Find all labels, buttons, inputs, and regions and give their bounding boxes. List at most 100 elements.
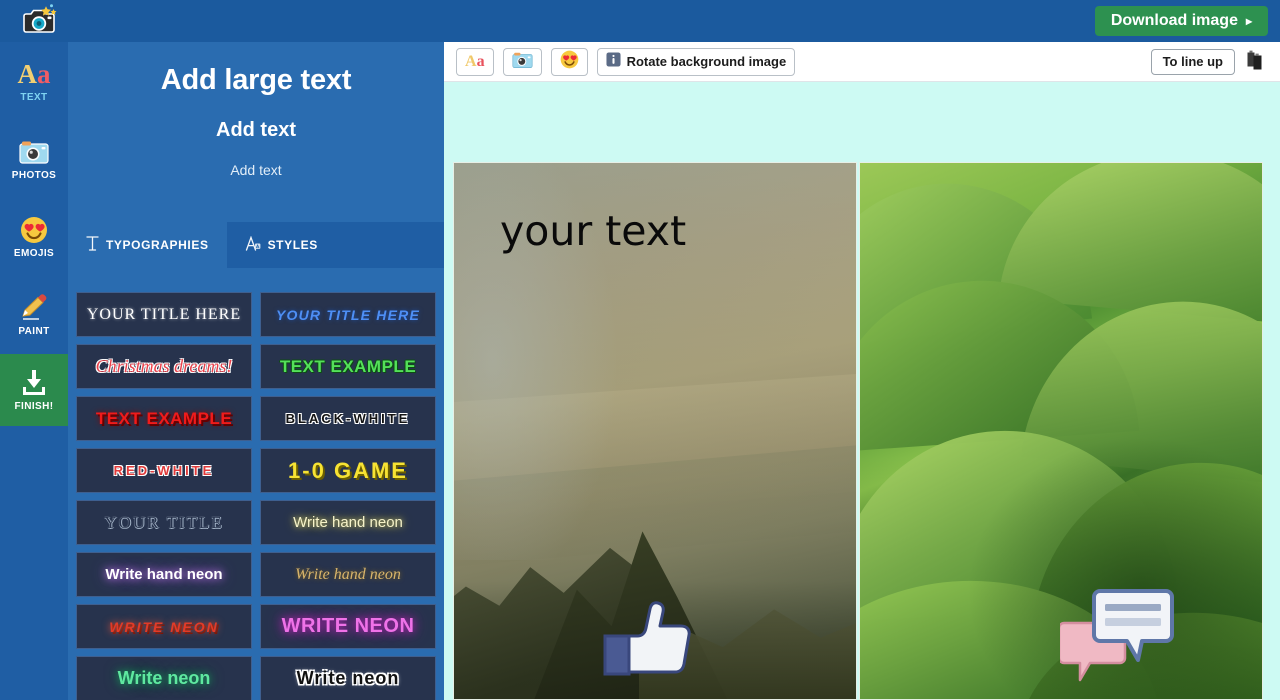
to-line-up-label: To line up — [1162, 54, 1223, 69]
typography-card-label: TEXT EXAMPLE — [95, 408, 233, 428]
pencil-icon — [19, 293, 49, 323]
stage-toolbar-right: To line up — [1150, 48, 1268, 75]
to-line-up-button[interactable]: To line up — [1150, 48, 1235, 75]
typography-card-label: TEXT EXAMPLE — [279, 356, 417, 376]
rail-item-paint-label: PAINT — [18, 326, 50, 337]
left-icon-rail: Aa TEXT PHOTOS EMOJIS PAINT FINISH! — [0, 42, 68, 700]
rail-item-emojis-label: EMOJIS — [13, 248, 55, 259]
tab-styles-label: STYLES — [267, 238, 318, 252]
a-style-icon — [245, 235, 261, 254]
typography-card-label: BLACK-WHITE — [285, 411, 411, 426]
green-hills-photo[interactable] — [859, 162, 1263, 700]
toolbar-text-tool-button[interactable]: Aa — [456, 47, 494, 76]
typography-card[interactable]: Christmas dreams! — [76, 344, 252, 389]
download-tray-icon — [20, 368, 48, 398]
typography-card[interactable]: WRITE NEON — [76, 604, 252, 649]
typography-card-label: Write neon — [117, 668, 211, 688]
tab-typographies[interactable]: TYPOGRAPHIES — [68, 222, 227, 268]
typography-card[interactable]: Write hand neon — [76, 552, 252, 597]
rail-item-finish-label: FINISH! — [14, 401, 54, 412]
tab-typographies-label: TYPOGRAPHIES — [106, 238, 209, 252]
editor-stage: Aa Rotate background image To line up yo… — [444, 42, 1280, 700]
typography-card[interactable]: Write hand neon — [260, 500, 436, 545]
a-style-svg — [245, 235, 260, 251]
camera-sparkle-icon[interactable] — [18, 2, 62, 40]
typography-card[interactable]: YOUR TITLE — [76, 500, 252, 545]
typography-card[interactable]: RED-WHITE — [76, 448, 252, 493]
rail-item-photos[interactable]: PHOTOS — [0, 120, 68, 198]
camera-icon — [512, 51, 533, 73]
typography-card-label: YOUR TITLE HERE — [86, 305, 242, 323]
panel-title-small[interactable]: Add text — [78, 162, 434, 178]
typography-card-label: RED-WHITE — [113, 463, 215, 478]
camera-sparkle-svg — [23, 4, 57, 33]
copy-paste-icon[interactable] — [1245, 49, 1268, 75]
thumbs-up-sticker[interactable] — [602, 600, 694, 678]
stage-toolbar: Aa Rotate background image To line up — [444, 42, 1280, 82]
image-canvas[interactable]: your text — [444, 82, 1280, 700]
typography-card[interactable]: TEXT EXAMPLE — [260, 344, 436, 389]
toolbar-emoji-tool-button[interactable] — [550, 47, 588, 76]
info-svg — [606, 52, 621, 67]
typography-card[interactable]: WRITE NEON — [260, 604, 436, 649]
rail-item-text-label: TEXT — [20, 92, 48, 103]
text-editor-panel: Add large text Add text Add text TYPOGRA… — [68, 42, 444, 700]
panel-tabs: TYPOGRAPHIES STYLES — [68, 222, 444, 268]
typography-card-label: Write hand neon — [105, 566, 223, 583]
top-header-bar: Download image ▸ — [0, 0, 1280, 42]
text-aa-icon: Aa — [465, 52, 485, 70]
thumbs-up-svg — [603, 601, 691, 676]
typography-card-label: YOUR TITLE HERE — [275, 306, 420, 323]
typography-card-label: WRITE NEON — [109, 618, 219, 635]
typography-grid-wrap: YOUR TITLE HERE YOUR TITLE HERE Christmas … — [68, 268, 444, 700]
typography-card-label: Christmas dreams! — [95, 356, 233, 376]
typography-card-label: Write neon — [296, 668, 400, 688]
hazy-mountain-photo[interactable]: your text — [453, 162, 857, 700]
typography-card[interactable]: Write hand neon — [260, 552, 436, 597]
camera-icon — [19, 137, 49, 167]
smiley-hearts-svg — [560, 50, 578, 69]
download-image-label: Download image — [1110, 12, 1238, 29]
pencil-svg — [22, 294, 47, 320]
tab-styles[interactable]: STYLES — [227, 222, 336, 268]
typography-card[interactable]: YOUR TITLE HERE — [76, 292, 252, 337]
info-icon — [606, 52, 621, 71]
typography-card-label: 1-0 GAME — [288, 457, 408, 483]
smiley-hearts-icon — [560, 50, 579, 73]
typography-card[interactable]: Write neon — [76, 656, 252, 700]
text-aa-icon: Aa — [17, 58, 51, 89]
typography-grid: YOUR TITLE HERE YOUR TITLE HERE Christmas … — [76, 292, 436, 700]
typography-card-label: YOUR TITLE — [104, 512, 224, 532]
speech-bubbles-sticker[interactable] — [1057, 585, 1175, 685]
text-cursor-svg — [86, 236, 99, 251]
typography-card-label: WRITE NEON — [281, 615, 415, 637]
camera-svg — [512, 52, 533, 68]
camera-svg — [19, 141, 49, 164]
rail-item-photos-label: PHOTOS — [11, 170, 57, 181]
panel-title-large[interactable]: Add large text — [78, 64, 434, 97]
chevron-right-icon: ▸ — [1245, 14, 1252, 28]
speech-bubbles-svg — [1057, 589, 1174, 682]
toolbar-photo-tool-button[interactable] — [502, 47, 542, 76]
rotate-background-image-label: Rotate background image — [626, 54, 787, 69]
typography-card[interactable]: TEXT EXAMPLE — [76, 396, 252, 441]
copy-paste-svg — [1247, 50, 1262, 69]
canvas-text-layer[interactable]: your text — [500, 211, 686, 252]
typography-card[interactable]: 1-0 GAME — [260, 448, 436, 493]
typography-card-label: Write hand neon — [293, 514, 403, 531]
download-image-button[interactable]: Download image ▸ — [1094, 6, 1268, 36]
rail-item-emojis[interactable]: EMOJIS — [0, 198, 68, 276]
rotate-background-image-button[interactable]: Rotate background image — [596, 47, 796, 76]
typography-card[interactable]: Write neon — [260, 656, 436, 700]
text-cursor-icon — [86, 236, 99, 254]
smiley-hearts-svg — [21, 217, 47, 243]
typography-card[interactable]: BLACK-WHITE — [260, 396, 436, 441]
panel-header: Add large text Add text Add text — [68, 42, 444, 192]
smiley-hearts-icon — [20, 215, 48, 245]
rail-item-paint[interactable]: PAINT — [0, 276, 68, 354]
app-root: Download image ▸ Aa TEXT PHOTOS EMOJIS P… — [0, 0, 1280, 700]
rail-item-finish[interactable]: FINISH! — [0, 354, 68, 426]
rail-item-text[interactable]: Aa TEXT — [0, 42, 68, 120]
panel-title-mid[interactable]: Add text — [78, 119, 434, 142]
typography-card[interactable]: YOUR TITLE HERE — [260, 292, 436, 337]
